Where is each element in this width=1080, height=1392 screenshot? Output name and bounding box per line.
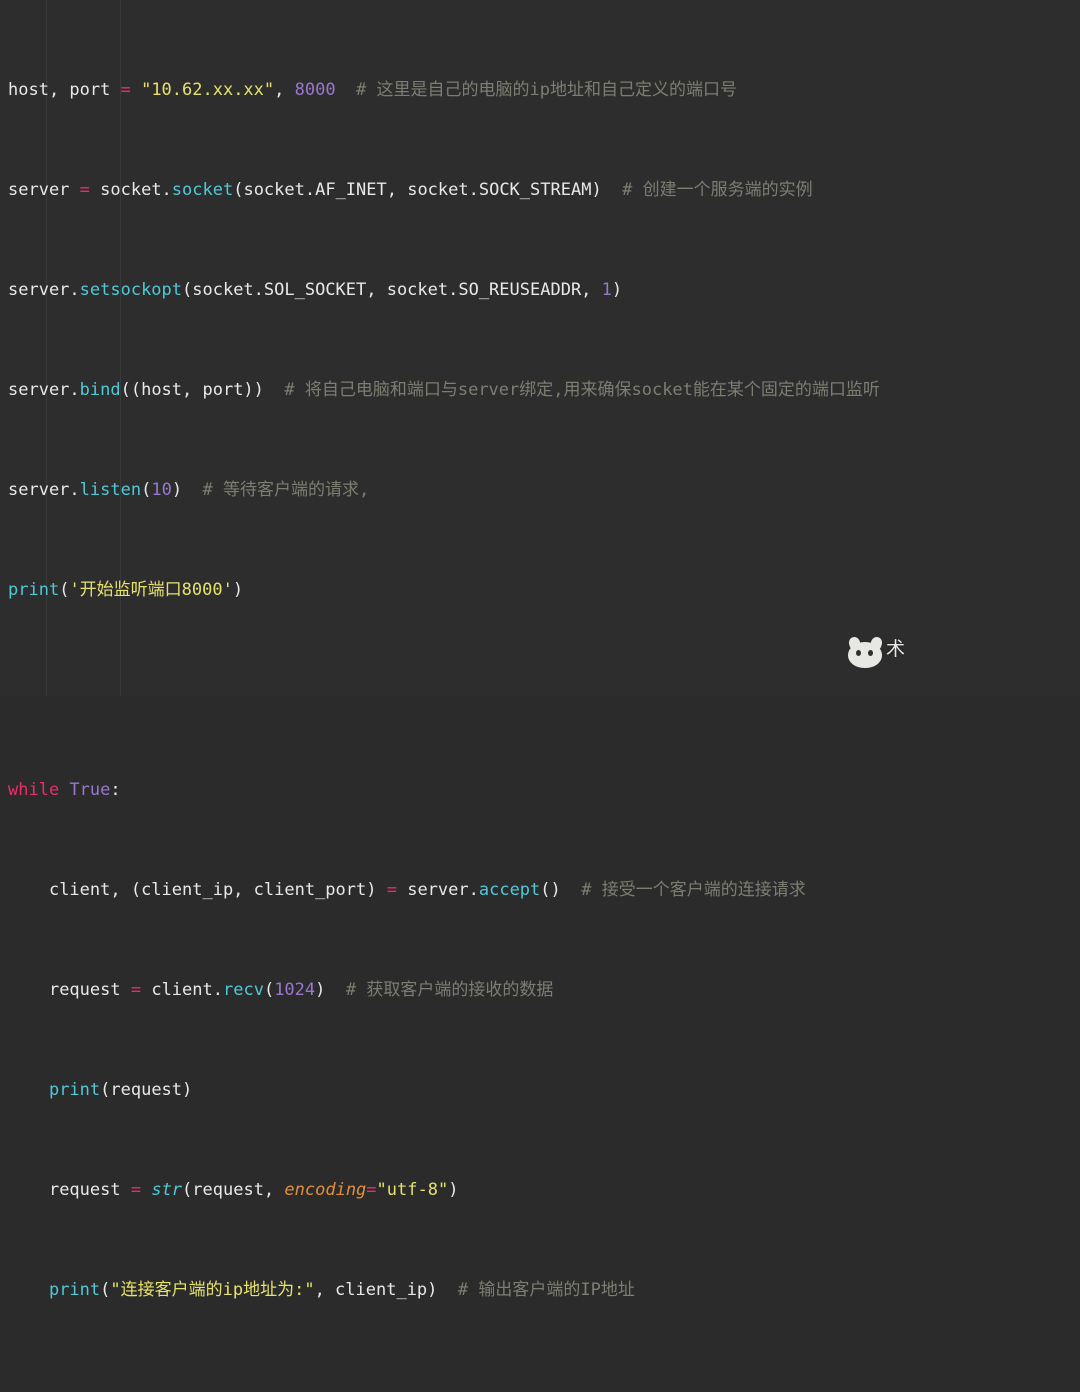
token-function: print: [48, 1280, 101, 1300]
token-plain: request: [48, 1180, 131, 1200]
token-parameter: encoding: [284, 1180, 367, 1200]
token-string: "10.62.xx.xx": [130, 80, 275, 100]
token-plain: (socket.AF_INET, socket.SOCK_STREAM): [233, 180, 602, 200]
token-plain: , client_ip): [314, 1280, 438, 1300]
token-plain: client.: [141, 980, 223, 1000]
token-plain: (request,: [182, 1180, 285, 1200]
token-string: "连接客户端的ip地址为:": [110, 1280, 315, 1300]
token-plain: server.: [8, 280, 80, 300]
token-keyword: while: [8, 780, 60, 800]
token-builtin: str: [141, 1180, 183, 1200]
token-plain: ,: [274, 80, 295, 100]
token-function: bind: [79, 380, 121, 400]
code-line-10: request = client.recv(1024) # 获取客户端的接收的数…: [8, 978, 1080, 1003]
token-plain: server: [8, 180, 80, 200]
token-plain: socket.: [89, 180, 172, 200]
code-line-7-blank: [8, 678, 1080, 703]
token-plain: (socket.SOL_SOCKET, socket.SO_REUSEADDR,: [182, 280, 602, 300]
token-plain: (: [141, 480, 152, 500]
token-plain: ((host, port)): [120, 380, 264, 400]
token-operator: =: [130, 1180, 142, 1200]
code-line-4: server.bind((host, port)) # 将自己电脑和端口与ser…: [8, 378, 1080, 403]
code-content[interactable]: host, port = "10.62.xx.xx", 8000 # 这里是自己…: [0, 0, 1080, 1392]
token-plain: ): [315, 980, 326, 1000]
token-comment: # 创建一个服务端的实例: [601, 180, 813, 200]
code-line-6: print('开始监听端口8000'): [8, 578, 1080, 603]
code-line-5: server.listen(10) # 等待客户端的请求,: [8, 478, 1080, 503]
token-plain: (: [263, 980, 275, 1000]
token-function: accept: [478, 880, 541, 900]
token-plain: ): [611, 280, 623, 300]
code-line-11: print(request): [8, 1078, 1080, 1103]
code-line-13: print("连接客户端的ip地址为:", client_ip) # 输出客户端…: [8, 1278, 1080, 1303]
token-function: print: [8, 580, 60, 600]
token-function: setsockopt: [79, 280, 183, 300]
code-line-2: server = socket.socket(socket.AF_INET, s…: [8, 178, 1080, 203]
token-plain: ): [448, 1180, 459, 1200]
token-string: "utf-8": [376, 1180, 449, 1200]
code-line-8: while True:: [8, 778, 1080, 803]
token-number: 1: [601, 280, 612, 300]
token-plain: ): [171, 480, 183, 500]
token-plain: host, port: [8, 80, 121, 100]
code-line-12: request = str(request, encoding="utf-8"): [8, 1178, 1080, 1203]
token-plain: server.: [8, 480, 80, 500]
token-operator: =: [130, 980, 142, 1000]
token-comment: # 将自己电脑和端口与server绑定,用来确保socket能在某个固定的端口监…: [263, 380, 880, 400]
code-line-1: host, port = "10.62.xx.xx", 8000 # 这里是自己…: [8, 78, 1080, 103]
token-string: '开始监听端口8000': [69, 580, 233, 600]
token-number: 8000: [294, 80, 336, 100]
token-operator: =: [120, 80, 131, 100]
token-comment: # 这里是自己的电脑的ip地址和自己定义的端口号: [335, 80, 737, 100]
token-plain: server.: [396, 880, 479, 900]
token-plain: (: [59, 580, 70, 600]
token-plain: (request): [100, 1080, 193, 1100]
token-operator: =: [386, 880, 397, 900]
token-number: 10: [151, 480, 172, 500]
token-function: socket: [171, 180, 234, 200]
token-plain: client, (client_ip, client_port): [48, 880, 387, 900]
token-number: 1024: [274, 980, 316, 1000]
token-function: listen: [79, 480, 142, 500]
token-comment: # 接受一个客户端的连接请求: [560, 880, 806, 900]
token-plain: ): [232, 580, 244, 600]
token-plain: (: [100, 1280, 111, 1300]
token-plain: :: [110, 780, 121, 800]
code-line-3: server.setsockopt(socket.SOL_SOCKET, soc…: [8, 278, 1080, 303]
token-plain: (): [540, 880, 561, 900]
code-line-14-blank: [8, 1378, 1080, 1392]
token-plain: server.: [8, 380, 80, 400]
code-line-9: client, (client_ip, client_port) = serve…: [8, 878, 1080, 903]
token-plain: request: [48, 980, 131, 1000]
token-operator: =: [79, 180, 90, 200]
token-comment: # 等待客户端的请求,: [182, 480, 370, 500]
token-constant: True: [59, 780, 111, 800]
token-function: print: [48, 1080, 101, 1100]
token-function: recv: [222, 980, 264, 1000]
token-operator: =: [366, 1180, 377, 1200]
token-comment: # 输出客户端的IP地址: [437, 1280, 635, 1300]
code-editor: host, port = "10.62.xx.xx", 8000 # 这里是自己…: [0, 0, 1080, 1300]
token-comment: # 获取客户端的接收的数据: [325, 980, 554, 1000]
